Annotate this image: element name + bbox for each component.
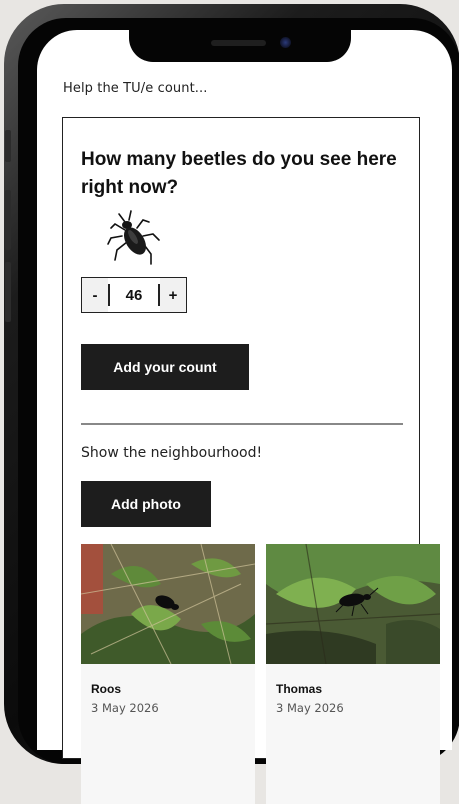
add-photo-button[interactable]: Add photo: [81, 481, 211, 527]
photo-card[interactable]: Thomas 3 May 2026: [266, 544, 440, 804]
add-count-button[interactable]: Add your count: [81, 344, 249, 390]
gallery-prompt: Show the neighbourhood!: [81, 445, 263, 461]
side-button: [5, 190, 11, 250]
count-value[interactable]: 46: [108, 284, 160, 306]
photo-date: 3 May 2026: [91, 701, 159, 715]
section-divider: [81, 423, 403, 425]
beetle-photo: [81, 544, 255, 664]
decrement-button[interactable]: -: [82, 278, 108, 312]
photo-author: Thomas: [276, 682, 323, 696]
beetle-icon: [107, 210, 160, 265]
side-button: [5, 130, 11, 162]
help-text: Help the TU/e count...: [63, 81, 208, 96]
photo-card[interactable]: Roos 3 May 2026: [81, 544, 255, 804]
quantity-stepper: - 46 +: [81, 277, 187, 313]
photo-author: Roos: [91, 682, 121, 696]
count-card: How many beetles do you see here right n…: [62, 117, 440, 804]
count-question: How many beetles do you see here right n…: [81, 149, 397, 198]
side-button: [5, 262, 11, 322]
beetle-photo: [266, 544, 440, 664]
speaker-grille: [211, 40, 266, 46]
photo-date: 3 May 2026: [276, 701, 344, 715]
camera-icon: [280, 37, 291, 48]
increment-button[interactable]: +: [160, 278, 186, 312]
